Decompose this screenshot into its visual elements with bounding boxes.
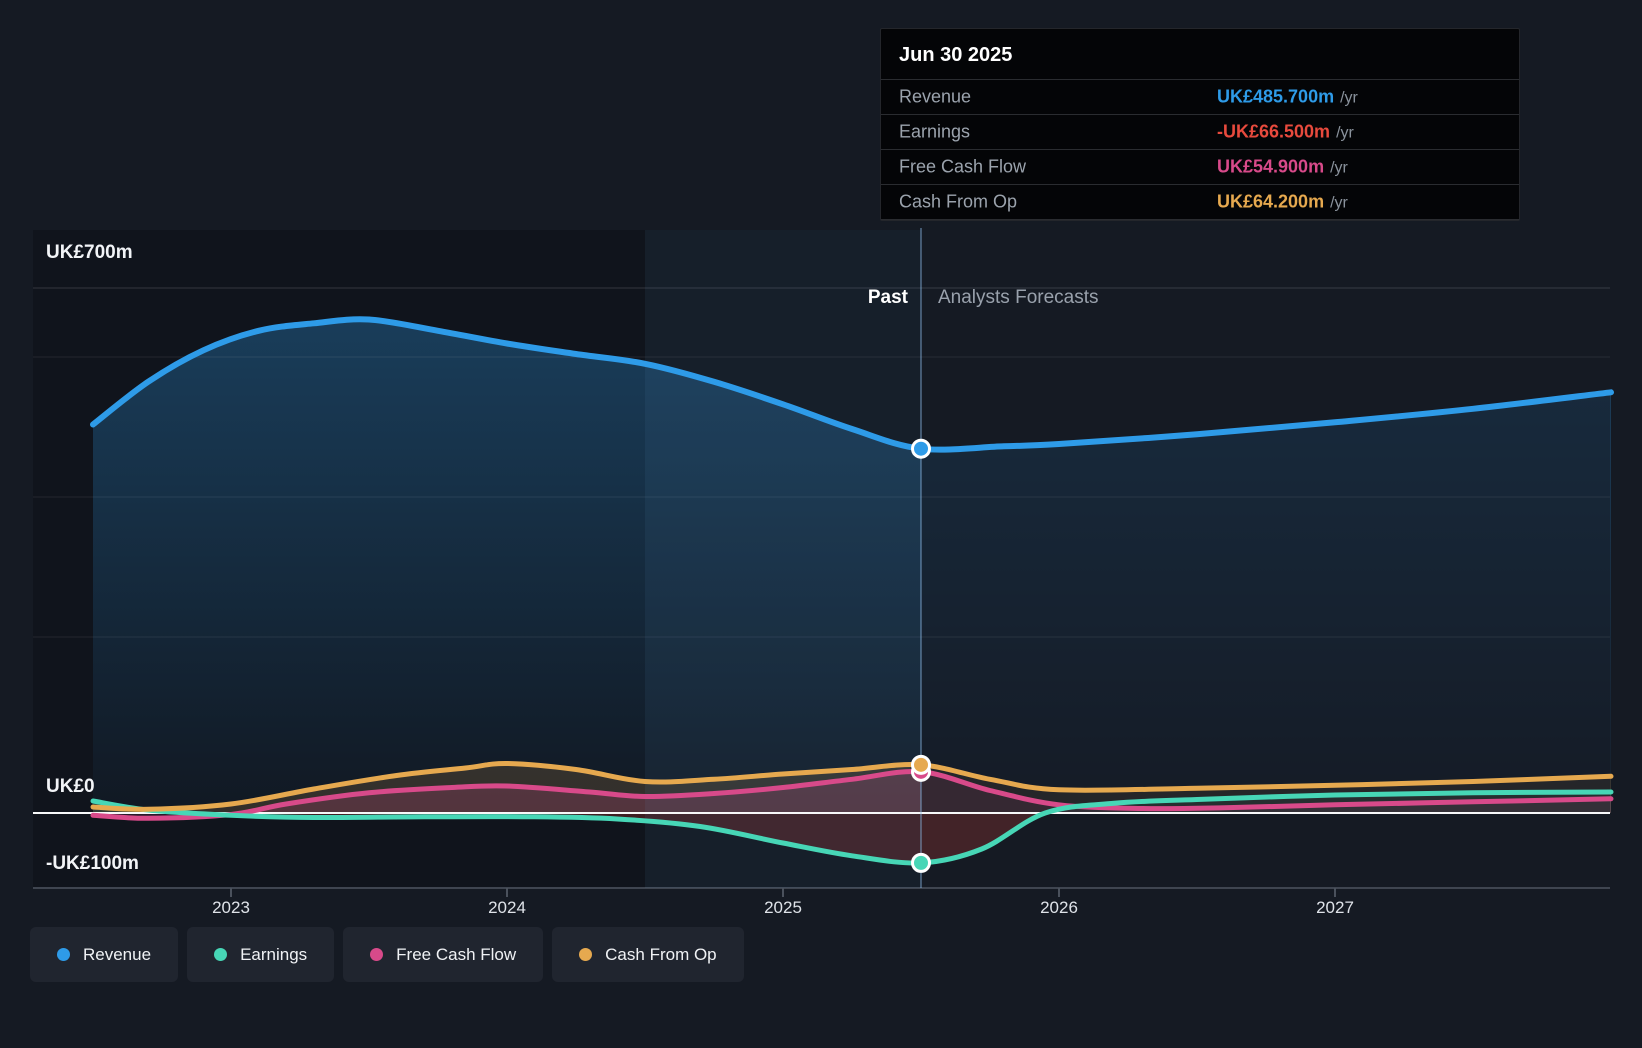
earnings-dot-icon [214, 948, 228, 961]
past-region-label: Past [867, 287, 908, 308]
tooltip-suffix: /yr [1340, 89, 1358, 107]
tooltip-row-free-cash-flow: Free Cash Flow UK£54.900m/yr [881, 149, 1519, 184]
y-axis-label-zero: UK£0 [46, 776, 95, 797]
forecast-region-label: Analysts Forecasts [938, 287, 1099, 308]
y-axis-label-700m: UK£700m [46, 242, 133, 263]
legend-item-free-cash-flow[interactable]: Free Cash Flow [343, 927, 544, 982]
tooltip: Jun 30 2025 Revenue UK£485.700m/yr Earni… [880, 28, 1520, 221]
revenue-dot-icon [57, 948, 70, 961]
free-cash-flow-dot-icon [370, 948, 384, 961]
tooltip-suffix: /yr [1330, 159, 1348, 177]
tooltip-date: Jun 30 2025 [899, 44, 1013, 66]
tooltip-row-cash-from-op: Cash From Op UK£64.200m/yr [881, 184, 1519, 220]
legend-item-earnings[interactable]: Earnings [187, 927, 335, 982]
marker-dot-earnings [911, 852, 931, 873]
tooltip-suffix: /yr [1330, 194, 1348, 212]
legend-label: Free Cash Flow [396, 944, 517, 964]
legend-label: Revenue [83, 944, 152, 964]
x-tick-label-2025: 2025 [764, 898, 802, 917]
legend-label: Earnings [240, 944, 308, 964]
tooltip-label: Earnings [899, 121, 971, 142]
tooltip-row-revenue: Revenue UK£485.700m/yr [881, 79, 1519, 114]
legend-item-cash-from-op[interactable]: Cash From Op [552, 927, 744, 982]
y-axis-label-neg100m: -UK£100m [46, 853, 139, 874]
legend-item-revenue[interactable]: Revenue [30, 927, 179, 982]
tooltip-value: -UK£66.500m [1217, 121, 1331, 142]
x-tick-label-2026: 2026 [1040, 898, 1078, 917]
x-tick-label-2024: 2024 [488, 898, 526, 917]
marker-dot-revenue [911, 438, 931, 459]
tooltip-value: UK£64.200m [1217, 191, 1325, 212]
marker-dot-cash-from-op [911, 754, 931, 775]
tooltip-value: UK£54.900m [1217, 156, 1325, 177]
tooltip-value: UK£485.700m [1217, 86, 1335, 107]
x-tick-label-2027: 2027 [1316, 898, 1354, 917]
tooltip-suffix: /yr [1336, 124, 1354, 142]
legend-label: Cash From Op [605, 944, 717, 964]
tooltip-label: Cash From Op [899, 191, 1018, 212]
tooltip-label: Revenue [899, 86, 972, 107]
chart-page: UK£700m UK£0 -UK£100m Past Analysts Fore… [0, 0, 1642, 1048]
cash-from-op-dot-icon [579, 948, 593, 961]
tooltip-label: Free Cash Flow [899, 156, 1027, 177]
tooltip-row-earnings: Earnings -UK£66.500m/yr [881, 114, 1519, 149]
legend: Revenue Earnings Free Cash Flow Cash Fro… [30, 927, 744, 982]
x-tick-label-2023: 2023 [212, 898, 250, 917]
